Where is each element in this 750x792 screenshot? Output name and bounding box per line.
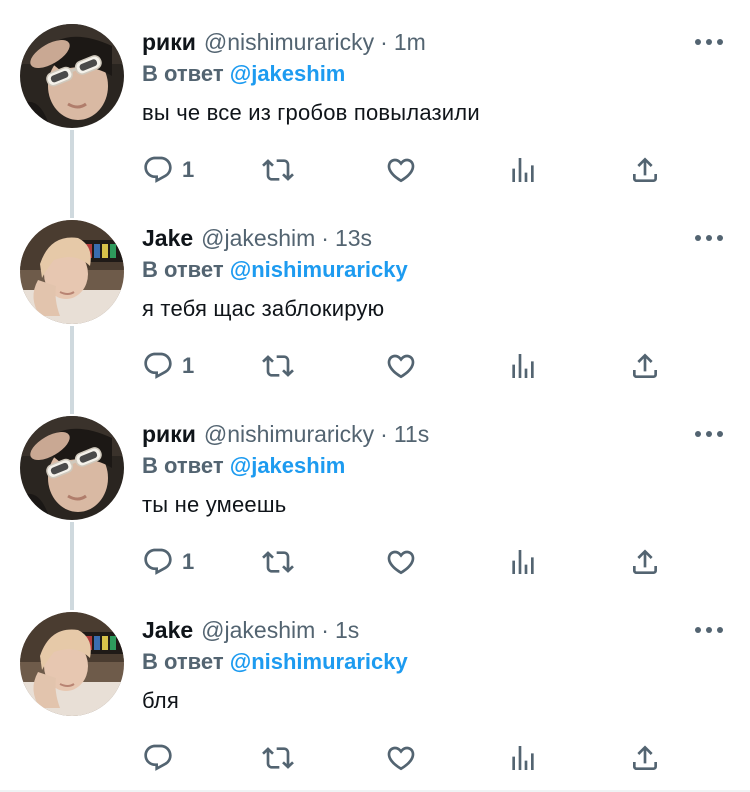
reply-bubble-icon <box>144 548 172 575</box>
tweet[interactable]: Jake @jakeshim · 13s В ответ @nishimurar… <box>0 196 750 392</box>
dot-separator: · <box>380 420 388 447</box>
reply-button[interactable]: 1 <box>142 544 194 580</box>
author-handle[interactable]: @jakeshim <box>201 225 315 252</box>
reply-prefix: В ответ <box>142 257 224 282</box>
reply-prefix: В ответ <box>142 453 224 478</box>
author-name[interactable]: Jake <box>142 225 193 252</box>
reply-bubble-icon <box>144 156 172 183</box>
reply-prefix: В ответ <box>142 61 224 86</box>
author-handle[interactable]: @jakeshim <box>201 617 315 644</box>
retweet-icon <box>262 355 294 377</box>
more-dots-icon[interactable] <box>692 226 726 250</box>
more-dots-icon[interactable] <box>692 618 726 642</box>
tweet-text: ты не умеешь <box>142 492 287 517</box>
tweet-text: я тебя щас заблокирую <box>142 296 385 321</box>
timestamp[interactable]: 1s <box>335 617 359 644</box>
mention-link[interactable]: @jakeshim <box>230 453 346 478</box>
mention-link[interactable]: @nishimuraricky <box>230 257 408 282</box>
share-button[interactable] <box>629 740 661 776</box>
avatar-jake[interactable] <box>20 220 124 324</box>
reply-button[interactable]: 1 <box>142 348 194 384</box>
dot-separator: · <box>321 616 329 643</box>
reply-count: 1 <box>182 157 195 182</box>
reply-prefix: В ответ <box>142 649 224 674</box>
views-button[interactable] <box>507 152 539 188</box>
tweet-header: Jake @jakeshim · 13s <box>142 224 372 252</box>
author-name[interactable]: Jake <box>142 617 193 644</box>
like-button[interactable] <box>385 152 417 188</box>
author-handle[interactable]: @nishimuraricky <box>204 29 374 56</box>
heart-icon <box>387 746 415 771</box>
tweet[interactable]: рики @nishimuraricky · 1m В ответ @jakes… <box>0 0 750 196</box>
author-name[interactable]: рики <box>142 29 196 56</box>
avatar-riki[interactable] <box>20 416 124 520</box>
tweet-actions: 1 <box>0 152 750 188</box>
reply-bubble-icon <box>144 352 172 379</box>
timestamp[interactable]: 11s <box>394 421 429 448</box>
share-button[interactable] <box>629 152 661 188</box>
views-button[interactable] <box>507 544 539 580</box>
heart-icon <box>387 354 415 379</box>
retweet-button[interactable] <box>262 740 294 776</box>
more-dots-icon[interactable] <box>692 30 726 54</box>
tweet-header: Jake @jakeshim · 1s <box>142 616 359 644</box>
heart-icon <box>387 158 415 183</box>
retweet-button[interactable] <box>262 544 294 580</box>
avatar-jake[interactable] <box>20 612 124 716</box>
retweet-icon <box>262 551 294 573</box>
replying-to: В ответ @nishimuraricky <box>142 649 408 675</box>
mention-link[interactable]: @nishimuraricky <box>230 649 408 674</box>
tweet-actions <box>0 740 750 776</box>
tweet-header: рики @nishimuraricky · 1m <box>142 28 426 56</box>
analytics-bars-icon <box>512 746 534 770</box>
replying-to: В ответ @nishimuraricky <box>142 257 408 283</box>
tweet-actions: 1 <box>0 544 750 580</box>
share-upload-icon <box>633 353 657 378</box>
tweet-text: бля <box>142 688 179 713</box>
retweet-icon <box>262 747 294 769</box>
analytics-bars-icon <box>512 354 534 378</box>
reply-button[interactable] <box>142 740 182 776</box>
avatar-riki[interactable] <box>20 24 124 128</box>
share-button[interactable] <box>629 544 661 580</box>
tweet-text: вы че все из гробов повылазили <box>142 100 480 125</box>
views-button[interactable] <box>507 740 539 776</box>
more-dots-icon[interactable] <box>692 422 726 446</box>
like-button[interactable] <box>385 348 417 384</box>
share-button[interactable] <box>629 348 661 384</box>
views-button[interactable] <box>507 348 539 384</box>
author-name[interactable]: рики <box>142 421 196 448</box>
tweet-actions: 1 <box>0 348 750 384</box>
replying-to: В ответ @jakeshim <box>142 61 345 87</box>
share-upload-icon <box>633 549 657 574</box>
retweet-button[interactable] <box>262 152 294 188</box>
dot-separator: · <box>321 224 329 251</box>
tweet-header: рики @nishimuraricky · 11s <box>142 420 429 448</box>
share-upload-icon <box>633 745 657 770</box>
reply-bubble-icon <box>144 744 172 771</box>
timestamp[interactable]: 1m <box>394 29 426 56</box>
retweet-icon <box>262 159 294 181</box>
replying-to: В ответ @jakeshim <box>142 453 345 479</box>
conversation-thread: рики @nishimuraricky · 1m В ответ @jakes… <box>0 0 750 792</box>
reply-count: 1 <box>182 549 195 574</box>
timestamp[interactable]: 13s <box>335 225 372 252</box>
like-button[interactable] <box>385 544 417 580</box>
heart-icon <box>387 550 415 575</box>
mention-link[interactable]: @jakeshim <box>230 61 346 86</box>
like-button[interactable] <box>385 740 417 776</box>
author-handle[interactable]: @nishimuraricky <box>204 421 374 448</box>
dot-separator: · <box>380 28 388 55</box>
analytics-bars-icon <box>512 158 534 182</box>
tweet[interactable]: Jake @jakeshim · 1s В ответ @nishimurari… <box>0 588 750 784</box>
reply-count: 1 <box>182 353 195 378</box>
retweet-button[interactable] <box>262 348 294 384</box>
tweet[interactable]: рики @nishimuraricky · 11s В ответ @jake… <box>0 392 750 588</box>
reply-button[interactable]: 1 <box>142 152 194 188</box>
share-upload-icon <box>633 157 657 182</box>
analytics-bars-icon <box>512 550 534 574</box>
